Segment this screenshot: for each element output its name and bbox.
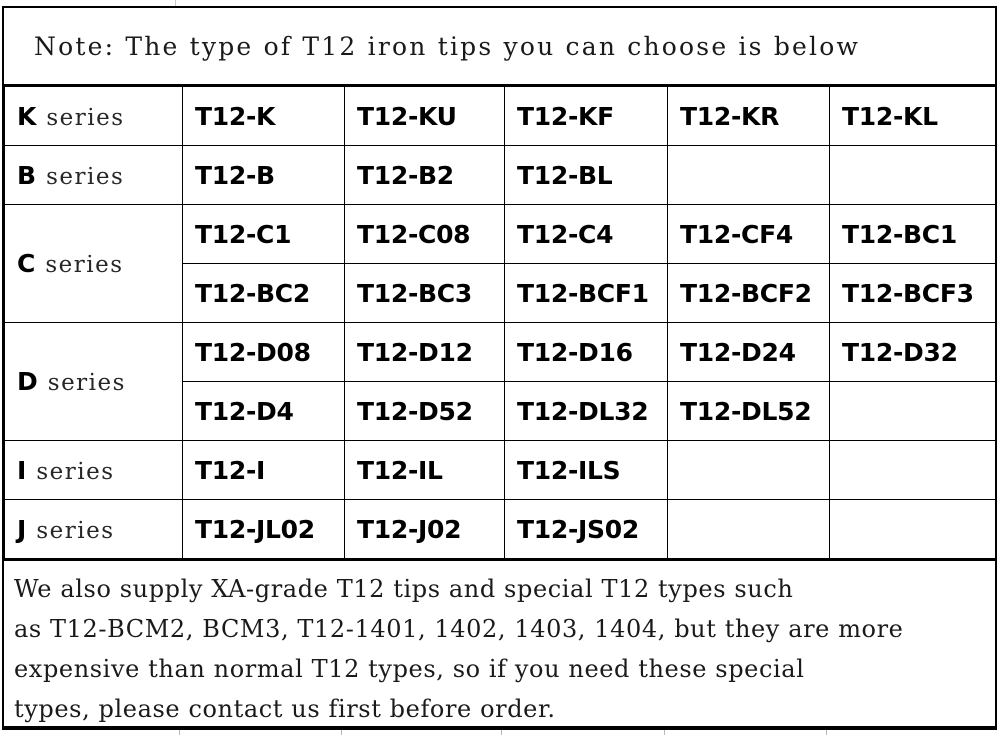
tip-cell-empty	[829, 145, 996, 205]
tip-cell-empty	[829, 381, 996, 441]
tip-cell: T12-KL	[829, 86, 996, 146]
tip-cell: T12-C4	[504, 204, 668, 264]
cut-cell	[2, 730, 180, 735]
tip-cell: T12-JS02	[504, 499, 668, 559]
series-label-cell-k: Kseries	[4, 86, 183, 146]
tip-cell: T12-J02	[344, 499, 505, 559]
note-text: Note: The type of T12 iron tips you can …	[34, 31, 861, 61]
tip-cell-empty	[667, 440, 830, 500]
series-letter: I	[17, 455, 27, 485]
tip-cell: T12-D4	[182, 381, 345, 441]
tip-cell: T12-KU	[344, 86, 505, 146]
cut-off-row	[2, 728, 997, 735]
series-letter: C	[17, 249, 36, 278]
cut-cell	[827, 730, 993, 735]
tip-cell: T12-BCF3	[829, 263, 996, 323]
series-word: series	[36, 517, 115, 544]
table-row: Cseries T12-C1 T12-C08 T12-C4 T12-CF4 T12-BC1	[4, 204, 996, 323]
tip-cell: T12-BL	[504, 145, 668, 205]
tips-table-body: Kseries T12-K T12-KU T12-KF T12-KR T12-KL Bser…	[4, 86, 996, 559]
series-label-cell-b: Bseries	[4, 145, 183, 205]
tip-cell-empty	[829, 499, 996, 559]
series-label-cell-c: Cseries	[4, 204, 183, 323]
table-row: Iseries T12-I T12-IL T12-ILS	[4, 440, 996, 500]
page-root: Note: The type of T12 iron tips you can …	[0, 0, 1000, 735]
tip-cell: T12-D16	[504, 322, 668, 382]
tip-cell-empty	[667, 499, 830, 559]
table-row: Bseries T12-B T12-B2 T12-BL	[4, 145, 996, 205]
tip-cell: T12-DL52	[667, 381, 830, 441]
series-word: series	[46, 104, 125, 131]
footer-line: expensive than normal T12 types, so if y…	[14, 655, 805, 683]
series-word: series	[47, 370, 126, 396]
tip-cell: T12-BCF1	[504, 263, 668, 323]
tip-cell-empty	[667, 145, 830, 205]
tip-cell: T12-BC1	[829, 204, 996, 264]
tip-cell: T12-BC2	[182, 263, 345, 323]
tip-cell: T12-KR	[667, 86, 830, 146]
series-letter: K	[17, 101, 37, 131]
series-word: series	[46, 163, 125, 190]
tip-cell: T12-KF	[504, 86, 668, 146]
tip-cell: T12-I	[182, 440, 345, 500]
tip-cell: T12-BC3	[344, 263, 505, 323]
tip-cell-empty	[829, 440, 996, 500]
tip-cell: T12-D32	[829, 322, 996, 382]
tip-cell: T12-C08	[344, 204, 505, 264]
tip-cell: T12-CF4	[667, 204, 830, 264]
note-header: Note: The type of T12 iron tips you can …	[4, 8, 995, 86]
tip-cell: T12-IL	[344, 440, 505, 500]
cut-cell	[665, 730, 827, 735]
series-letter: J	[17, 514, 27, 544]
cut-cell	[502, 730, 665, 735]
series-letter: B	[17, 160, 37, 190]
series-label-cell-i: Iseries	[4, 440, 183, 500]
tip-cell: T12-DL32	[504, 381, 668, 441]
footer-line: We also supply XA-grade T12 tips and spe…	[14, 575, 794, 603]
tip-cell: T12-D52	[344, 381, 505, 441]
footer-line: types, please contact us first before or…	[14, 695, 556, 723]
tips-table: Kseries T12-K T12-KU T12-KF T12-KR T12-KL Bser…	[4, 86, 996, 559]
tips-table-frame: Note: The type of T12 iron tips you can …	[2, 6, 997, 728]
tip-cell: T12-D08	[182, 322, 345, 382]
series-label-cell-j: Jseries	[4, 499, 183, 559]
tip-cell: T12-BCF2	[667, 263, 830, 323]
series-word: series	[45, 252, 124, 278]
footer-line: as T12-BCM2, BCM3, T12-1401, 1402, 1403,…	[14, 615, 904, 643]
tip-cell: T12-B	[182, 145, 345, 205]
cut-cell	[180, 730, 342, 735]
table-row: Jseries T12-JL02 T12-J02 T12-JS02	[4, 499, 996, 559]
tip-cell: T12-D24	[667, 322, 830, 382]
tip-cell: T12-D12	[344, 322, 505, 382]
tip-cell: T12-JL02	[182, 499, 345, 559]
series-word: series	[36, 458, 115, 485]
series-label-cell-d: Dseries	[4, 322, 183, 441]
footer-note: We also supply XA-grade T12 tips and spe…	[4, 559, 995, 725]
table-row: Kseries T12-K T12-KU T12-KF T12-KR T12-KL	[4, 86, 996, 146]
tip-cell: T12-B2	[344, 145, 505, 205]
table-row: Dseries T12-D08 T12-D12 T12-D16 T12-D24 T12-D…	[4, 322, 996, 441]
tip-cell: T12-C1	[182, 204, 345, 264]
series-letter: D	[17, 367, 38, 396]
tip-cell: T12-ILS	[504, 440, 668, 500]
tip-cell: T12-K	[182, 86, 345, 146]
cut-cell	[342, 730, 502, 735]
